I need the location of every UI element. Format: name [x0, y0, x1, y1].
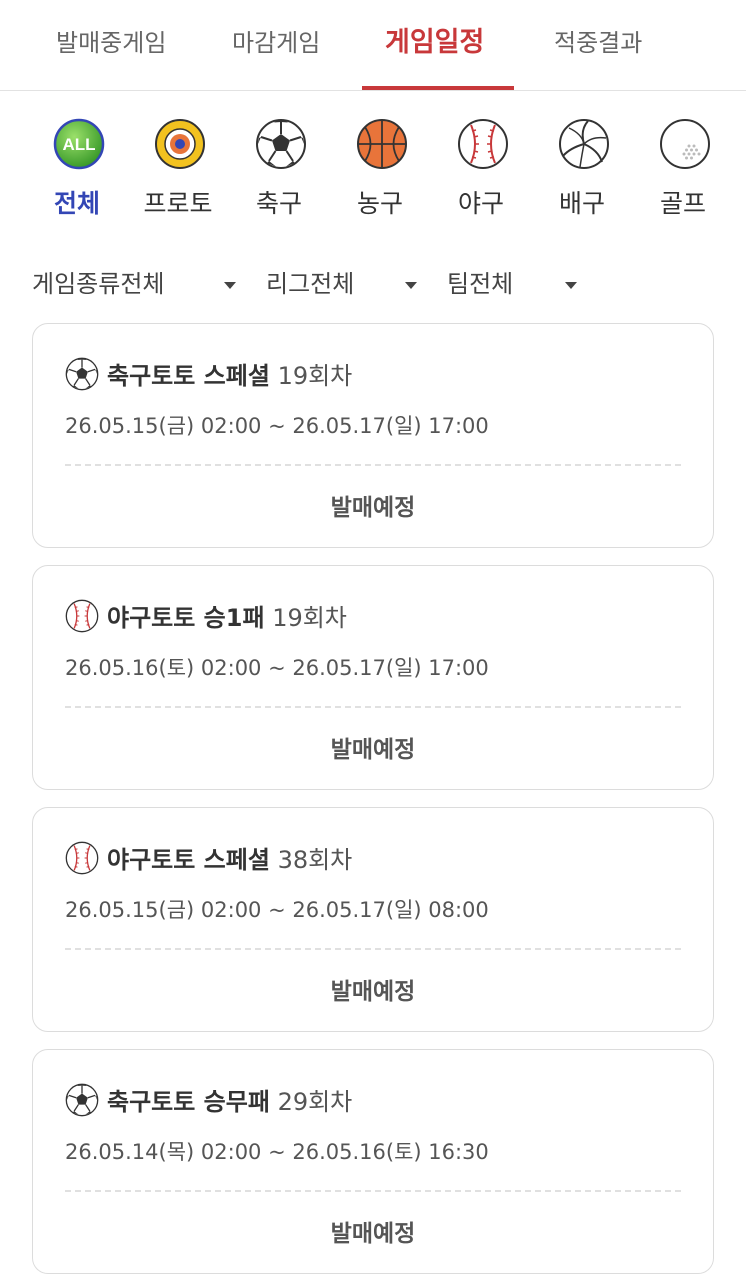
dropdown-arrow-icon — [405, 282, 417, 289]
soccer-ball-icon — [65, 357, 99, 391]
category-label: 배구 — [558, 189, 605, 218]
filter-label: 게임종류전체 — [32, 270, 165, 298]
dropdown-arrow-icon — [565, 282, 577, 289]
game-round: 19회차 — [277, 362, 353, 390]
tab-hit-results[interactable]: 적중결과 — [554, 0, 642, 90]
golf-ball-icon — [660, 119, 710, 169]
game-name: 축구토토 스페셜 — [107, 362, 270, 390]
category-basketball[interactable]: 농구 — [330, 112, 430, 222]
all-icon: ALL — [53, 118, 105, 170]
dashed-divider — [65, 706, 681, 708]
soccer-ball-icon — [255, 118, 307, 170]
game-title: 축구토토 승무패 29회차 — [107, 1082, 352, 1117]
game-name: 야구토토 스페셜 — [107, 846, 270, 874]
dashed-divider — [65, 1190, 681, 1192]
soccer-ball-icon — [65, 1083, 99, 1117]
game-title: 축구토토 스페셜 19회차 — [107, 356, 352, 391]
game-round: 19회차 — [272, 604, 347, 632]
category-label: 야구 — [457, 189, 504, 218]
baseball-icon — [457, 118, 509, 170]
game-status: 발매예정 — [330, 495, 416, 521]
category-all[interactable]: ALL 전체 — [27, 112, 127, 222]
baseball-icon — [65, 841, 99, 875]
category-proto[interactable]: 프로토 — [128, 112, 228, 222]
basketball-icon — [357, 119, 407, 169]
category-soccer[interactable]: 축구 — [229, 112, 329, 222]
sport-category-bar: ALL 전체 프로토 축구 농구 야구 배구 골프 — [0, 112, 746, 232]
team-filter[interactable]: 팀전체 — [447, 262, 582, 306]
category-golf[interactable]: 골프 — [633, 112, 733, 222]
filter-label: 리그전체 — [266, 270, 355, 298]
dropdown-arrow-icon — [224, 282, 236, 289]
category-baseball[interactable]: 야구 — [431, 112, 531, 222]
game-round: 38회차 — [277, 846, 353, 874]
game-date-range: 26.05.14(목) 02:00 ~ 26.05.16(토) 16:30 — [65, 1140, 489, 1164]
game-name: 야구토토 승1패 — [107, 604, 265, 632]
game-date-range: 26.05.15(금) 02:00 ~ 26.05.17(일) 08:00 — [65, 898, 489, 922]
game-card[interactable]: 야구토토 승1패 19회차 26.05.16(토) 02:00 ~ 26.05.… — [32, 565, 714, 790]
dashed-divider — [65, 948, 681, 950]
game-name: 축구토토 승무패 — [107, 1088, 270, 1116]
game-status: 발매예정 — [330, 737, 416, 763]
league-filter[interactable]: 리그전체 — [266, 262, 426, 306]
game-status: 발매예정 — [330, 1221, 416, 1247]
game-title: 야구토토 스페셜 38회차 — [107, 840, 352, 875]
volleyball-icon — [559, 119, 609, 169]
category-label: 프로토 — [143, 189, 213, 218]
svg-text:ALL: ALL — [62, 135, 95, 154]
category-label: 골프 — [659, 189, 706, 218]
baseball-icon — [65, 599, 99, 633]
game-round: 29회차 — [277, 1088, 353, 1116]
game-title: 야구토토 승1패 19회차 — [107, 598, 347, 633]
game-date-range: 26.05.15(금) 02:00 ~ 26.05.17(일) 17:00 — [65, 414, 489, 438]
tab-on-sale-games[interactable]: 발매중게임 — [56, 0, 166, 90]
game-date-range: 26.05.16(토) 02:00 ~ 26.05.17(일) 17:00 — [65, 656, 489, 680]
game-card[interactable]: 축구토토 승무패 29회차 26.05.14(목) 02:00 ~ 26.05.… — [32, 1049, 714, 1274]
tab-game-schedule[interactable]: 게임일정 — [385, 0, 484, 90]
target-icon — [155, 119, 205, 169]
dashed-divider — [65, 464, 681, 466]
active-tab-indicator — [362, 86, 514, 90]
game-card[interactable]: 축구토토 스페셜 19회차 26.05.15(금) 02:00 ~ 26.05.… — [32, 323, 714, 548]
category-label: 농구 — [356, 189, 403, 218]
tab-closed-games[interactable]: 마감게임 — [232, 0, 320, 90]
filter-label: 팀전체 — [447, 270, 514, 298]
game-type-filter[interactable]: 게임종류전체 — [32, 262, 244, 306]
category-label: 전체 — [53, 189, 100, 218]
game-status: 발매예정 — [330, 979, 416, 1005]
category-label: 축구 — [255, 189, 302, 218]
game-card[interactable]: 야구토토 스페셜 38회차 26.05.15(금) 02:00 ~ 26.05.… — [32, 807, 714, 1032]
top-tab-bar: 발매중게임 마감게임 게임일정 적중결과 — [0, 0, 746, 91]
category-volleyball[interactable]: 배구 — [532, 112, 632, 222]
